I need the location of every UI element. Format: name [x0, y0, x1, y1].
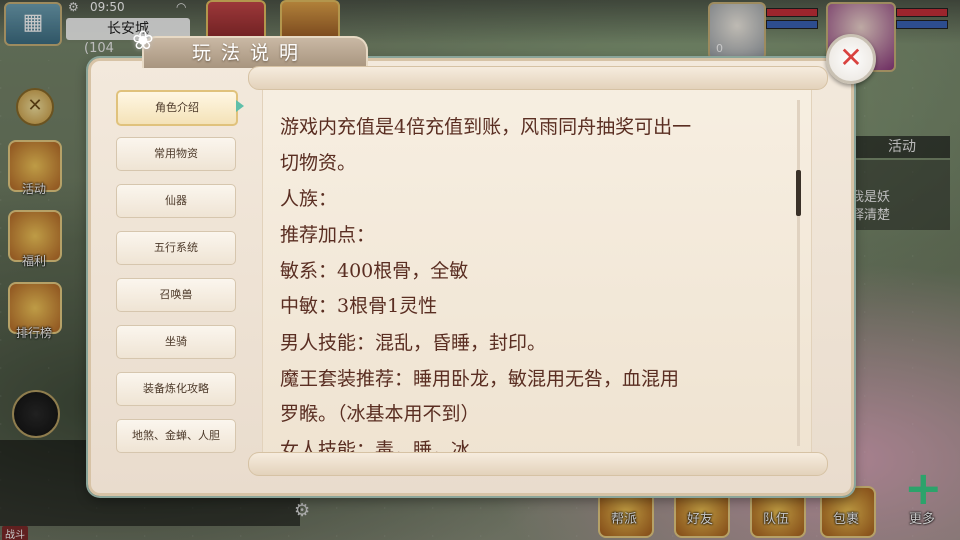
content-line: 罗睺。（冰基本用不到） — [280, 403, 480, 425]
scrollbar-thumb[interactable] — [796, 170, 801, 216]
close-button[interactable]: ✕ — [826, 34, 876, 84]
scrollbar-track[interactable] — [797, 100, 800, 446]
content-line: 推荐加点： — [280, 224, 376, 246]
close-icon: ✕ — [839, 41, 863, 74]
active-marker-icon — [236, 100, 244, 112]
category-equip-refine[interactable]: 装备炼化攻略 — [116, 372, 236, 406]
category-common-items[interactable]: 常用物资 — [116, 137, 236, 171]
content-line: 男人技能：混乱，昏睡，封印。 — [280, 332, 547, 354]
category-mount[interactable]: 坐骑 — [116, 325, 236, 359]
content-line: 中敏：3根骨1灵性 — [280, 295, 438, 317]
content-area[interactable]: 游戏内充值是4倍充值到账，风雨同舟抽奖可出一 切物资。 人族： 推荐加点： 敏系… — [262, 88, 792, 452]
content-line: 魔王套装推荐：睡用卧龙，敏混用无咎，血混用 — [280, 368, 680, 390]
content-line: 切物资。 — [280, 152, 357, 174]
category-immortal-gear[interactable]: 仙器 — [116, 184, 236, 218]
scroll-rod-top — [248, 66, 828, 90]
category-five-elements[interactable]: 五行系统 — [116, 231, 236, 265]
category-misc[interactable]: 地煞、金蝉、人胆 — [116, 419, 236, 453]
content-line: 人族： — [280, 188, 338, 210]
content-line: 游戏内充值是4倍充值到账，风雨同舟抽奖可出一 — [280, 116, 692, 138]
dialog-title: 玩法说明 — [192, 42, 309, 64]
scroll-rod-bottom — [248, 452, 828, 476]
category-role-intro[interactable]: 角色介绍 — [116, 90, 238, 126]
lotus-ornament-icon: ❀ — [132, 26, 154, 56]
content-line: 女人技能：毒，睡，冰 — [280, 439, 471, 452]
content-line: 敏系：400根骨，全敏 — [280, 260, 469, 282]
category-summon-beast[interactable]: 召唤兽 — [116, 278, 236, 312]
